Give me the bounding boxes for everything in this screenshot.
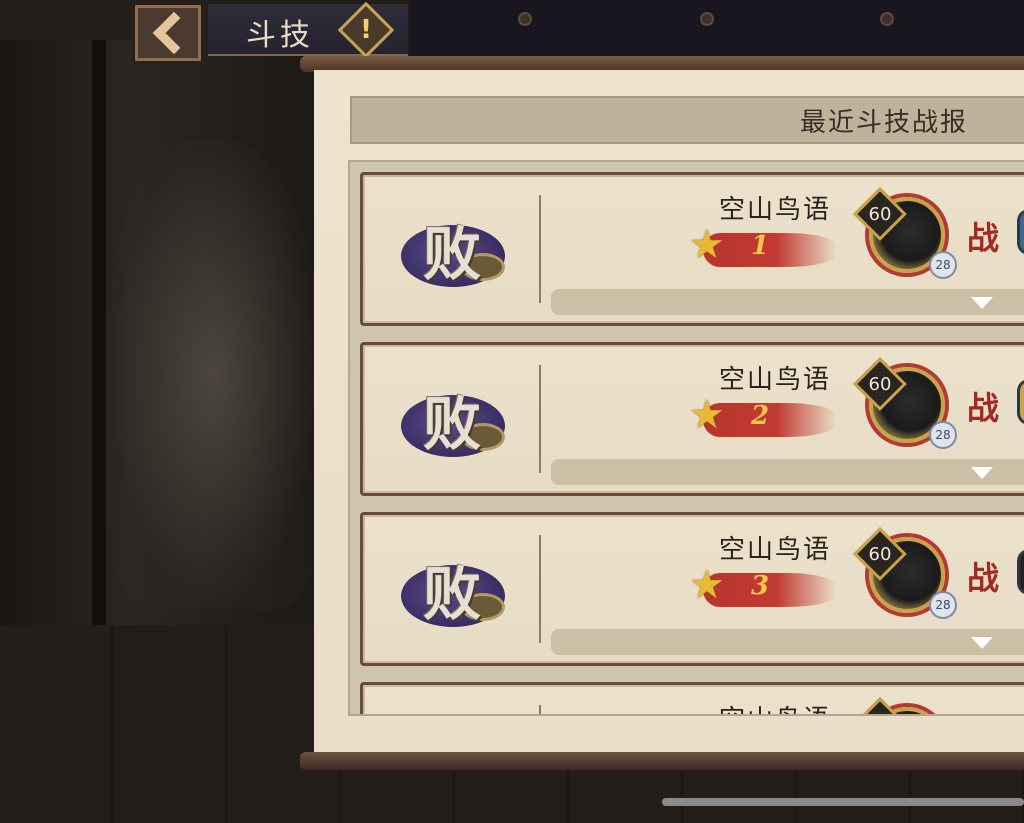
fight-label: 战 <box>967 389 1000 427</box>
rank-number: 2 <box>751 401 770 431</box>
exclamation-icon: ! <box>360 15 372 45</box>
opponent-name: 空山鸟语 <box>719 535 832 565</box>
background-post <box>92 40 106 630</box>
opponent-name: 空山鸟语 <box>719 699 831 714</box>
result-label: 败 <box>422 220 481 288</box>
level-value: 60 <box>868 543 892 565</box>
fight-label: 战 <box>967 559 1000 597</box>
battle-record-card[interactable]: 败 空山鸟语 ★ 3 60 28 战 <box>360 512 1024 666</box>
result-label: 败 <box>422 390 481 458</box>
defeat-badge: 败 <box>393 375 511 461</box>
divider <box>539 365 541 473</box>
result-label: 败 <box>422 560 481 628</box>
panel-title: 最近斗技战报 <box>800 108 969 138</box>
defeat-badge: 败 <box>393 545 511 631</box>
background-figure <box>110 140 320 610</box>
level-value: 60 <box>864 708 896 715</box>
star-icon: ★ <box>689 392 725 438</box>
divider <box>539 195 541 303</box>
star-icon: ★ <box>689 222 725 268</box>
back-button[interactable] <box>132 2 204 64</box>
battle-record-card[interactable]: 败 空山鸟语 ★ 2 60 28 战 <box>360 342 1024 496</box>
divider <box>539 705 541 714</box>
expand-arrow-icon[interactable] <box>971 467 993 479</box>
opponent-avatar-partial <box>1017 549 1024 595</box>
scroll-roller-bottom <box>300 752 1024 770</box>
level-value: 60 <box>868 203 892 225</box>
page-title: 斗技 <box>246 18 314 53</box>
opponent-avatar-partial <box>1017 379 1024 425</box>
expand-arrow-icon[interactable] <box>971 637 993 649</box>
battle-record-card[interactable]: 败 空山鸟语 60 28 <box>360 682 1024 716</box>
defeat-badge: 败 <box>393 205 511 291</box>
top-strip <box>410 0 1024 56</box>
chevron-left-icon <box>152 11 196 55</box>
opponent-name: 空山鸟语 <box>719 195 832 225</box>
battle-record-list[interactable]: 败 空山鸟语 ★ 1 60 28 战 败 空山鸟语 ★ 2 60 28 战 败 … <box>348 160 1024 716</box>
defeat-badge: 败 <box>393 715 511 716</box>
sub-badge: 28 <box>929 421 957 449</box>
ornament-icon <box>700 12 714 26</box>
rank-number: 3 <box>751 571 770 601</box>
fight-label: 战 <box>967 219 1000 257</box>
divider <box>539 535 541 643</box>
home-indicator[interactable] <box>662 798 1024 806</box>
expand-arrow-icon[interactable] <box>971 297 993 309</box>
level-value: 60 <box>868 373 892 395</box>
details-expand-bar[interactable] <box>551 289 1024 315</box>
opponent-avatar-partial <box>1017 209 1024 255</box>
ornament-icon <box>880 12 894 26</box>
sub-badge: 28 <box>929 251 957 279</box>
details-expand-bar[interactable] <box>551 459 1024 485</box>
star-icon: ★ <box>689 562 725 608</box>
battle-record-card[interactable]: 败 空山鸟语 ★ 1 60 28 战 <box>360 172 1024 326</box>
opponent-name: 空山鸟语 <box>719 365 832 395</box>
ornament-icon <box>518 12 532 26</box>
details-expand-bar[interactable] <box>551 629 1024 655</box>
rank-number: 1 <box>751 231 770 261</box>
sub-badge: 28 <box>929 591 957 619</box>
